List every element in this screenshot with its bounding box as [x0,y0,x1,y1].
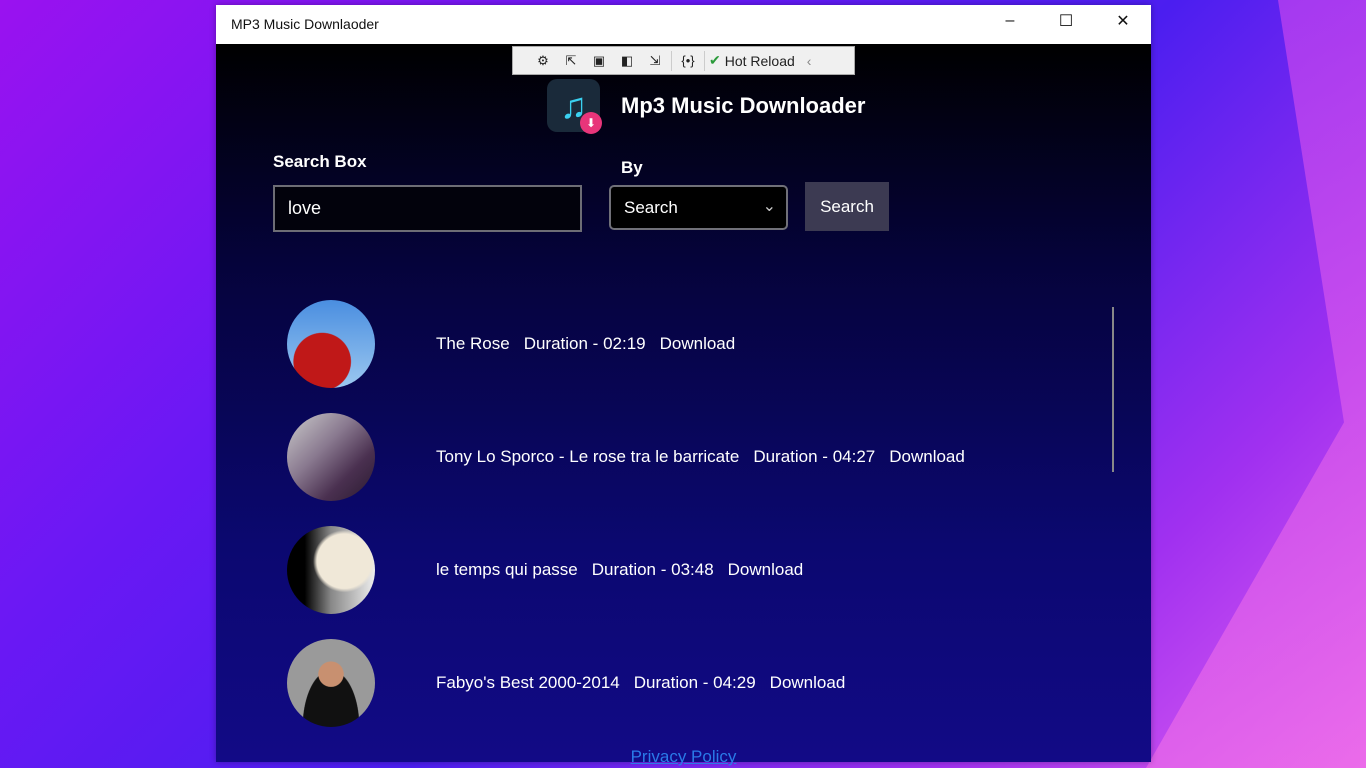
layout-adorner-icon[interactable]: ▣ [587,51,611,71]
song-title: le temps qui passe [436,560,578,579]
download-link[interactable]: Download [728,560,804,579]
song-duration: Duration - 03:48 [591,560,714,579]
window-title: MP3 Music Downlaoder [231,16,379,32]
song-duration: Duration - 04:29 [633,673,756,692]
live-tree-icon[interactable]: ⚙ [531,51,555,71]
close-button[interactable]: ✕ [1100,5,1146,37]
hot-reload-label[interactable]: Hot Reload [725,53,795,69]
track-focus-icon[interactable]: ◧ [615,51,639,71]
app-window: MP3 Music Downlaoder – ☐ ✕ ⚙ ⇱ ▣ ◧ ⇲ {•}… [216,5,1151,766]
song-duration: Duration - 02:19 [523,334,646,353]
xaml-debug-toolbar: ⚙ ⇱ ▣ ◧ ⇲ {•} ✔ Hot Reload ‹ [512,46,855,75]
search-box-label: Search Box [273,152,367,171]
list-item[interactable]: The Rose Duration - 02:19 Download [287,300,749,388]
display-layout-icon[interactable]: ⇲ [643,51,667,71]
app-logo-icon: ♫ ⬇ [547,79,602,134]
search-by-dropdown[interactable]: Search ⌄ [609,185,788,230]
app-title: Mp3 Music Downloader [621,93,866,118]
song-title: Fabyo's Best 2000-2014 [436,673,620,692]
wallpaper-shape [1146,0,1366,768]
select-element-icon[interactable]: ⇱ [559,51,583,71]
album-art [287,639,375,727]
list-item[interactable]: le temps qui passe Duration - 03:48 Downlo… [287,526,817,614]
dropdown-value: Search [624,198,678,217]
download-link[interactable]: Download [770,673,846,692]
maximize-button[interactable]: ☐ [1043,5,1089,37]
search-button[interactable]: Search [805,182,889,231]
list-item[interactable]: Fabyo's Best 2000-2014 Duration - 04:29 Do… [287,639,859,727]
download-badge-icon: ⬇ [580,112,602,134]
song-title: Tony Lo Sporco - Le rose tra le barricat… [436,447,740,466]
album-art [287,300,375,388]
search-input[interactable] [273,185,582,232]
scrollbar[interactable] [1112,307,1114,472]
by-label: By [621,158,643,177]
album-art [287,526,375,614]
app-content: ⚙ ⇱ ▣ ◧ ⇲ {•} ✔ Hot Reload ‹ ♫ ⬇ Mp3 Musi… [216,44,1151,766]
download-link[interactable]: Download [660,334,736,353]
collapse-icon[interactable]: ‹ [807,53,812,69]
minimize-button[interactable]: – [987,5,1033,37]
chevron-down-icon: ⌄ [762,198,776,215]
song-duration: Duration - 04:27 [753,447,876,466]
download-link[interactable]: Download [889,447,965,466]
privacy-policy-link[interactable]: Privacy Policy [631,747,737,766]
list-item[interactable]: Tony Lo Sporco - Le rose tra le barricat… [287,413,979,501]
check-icon: ✔ [709,52,721,68]
binding-icon[interactable]: {•} [676,51,700,71]
title-bar: MP3 Music Downlaoder – ☐ ✕ [216,5,1151,44]
album-art [287,413,375,501]
song-title: The Rose [436,334,510,353]
